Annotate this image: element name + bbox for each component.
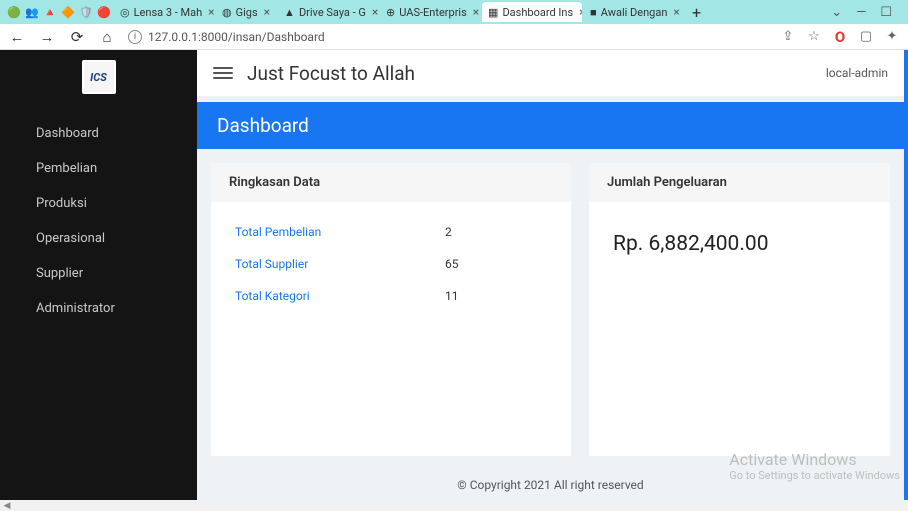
- tab-favicon[interactable]: 🔶: [60, 4, 76, 20]
- extensions-icon[interactable]: ✦: [884, 29, 900, 45]
- reload-button[interactable]: ⟳: [68, 28, 86, 46]
- horizontal-scrollbar[interactable]: ◀: [0, 500, 908, 511]
- close-icon[interactable]: ×: [473, 5, 479, 19]
- save-icon[interactable]: ▢: [858, 29, 874, 45]
- new-tab-button[interactable]: +: [686, 3, 707, 22]
- url-text: 127.0.0.1:8000/insan/Dashboard: [148, 30, 325, 44]
- summary-card-title: Ringkasan Data: [211, 163, 571, 202]
- summary-card: Ringkasan Data Total Pembelian 2 Total S…: [211, 163, 571, 456]
- expense-amount: Rp. 6,882,400.00: [589, 202, 890, 276]
- browser-tab[interactable]: ▲Drive Saya - G×: [278, 2, 378, 22]
- browser-tab[interactable]: ⊕UAS-Enterpris×: [380, 2, 480, 22]
- tab-favicon[interactable]: 🟢: [6, 4, 22, 20]
- browser-tab[interactable]: ◍Gigs×: [216, 2, 276, 22]
- page-title: Dashboard: [197, 102, 904, 149]
- close-icon[interactable]: ×: [264, 5, 270, 19]
- forward-button[interactable]: →: [38, 28, 56, 46]
- sidebar-item-dashboard[interactable]: Dashboard: [0, 116, 197, 151]
- summary-value: 2: [445, 225, 452, 239]
- sidebar: ICS Dashboard Pembelian Produksi Operasi…: [0, 50, 197, 500]
- share-icon[interactable]: ⇪: [780, 29, 796, 45]
- user-label[interactable]: local-admin: [826, 66, 888, 80]
- address-bar[interactable]: i 127.0.0.1:8000/insan/Dashboard: [128, 30, 768, 44]
- scroll-left-icon[interactable]: ◀: [0, 501, 14, 511]
- site-info-icon[interactable]: i: [128, 30, 142, 44]
- sidebar-item-operasional[interactable]: Operasional: [0, 221, 197, 256]
- app-title: Just Focust to Allah: [247, 62, 415, 85]
- tab-favicon[interactable]: 🛡️: [78, 4, 94, 20]
- summary-row: Total Supplier 65: [211, 248, 571, 280]
- close-icon[interactable]: ×: [208, 5, 214, 19]
- sidebar-item-administrator[interactable]: Administrator: [0, 291, 197, 326]
- summary-value: 65: [445, 257, 459, 271]
- window-minimize-icon[interactable]: —: [856, 5, 866, 20]
- summary-row: Total Kategori 11: [211, 280, 571, 312]
- close-icon[interactable]: ×: [579, 5, 582, 19]
- main-content: Just Focust to Allah local-admin Dashboa…: [197, 50, 908, 500]
- summary-link-pembelian[interactable]: Total Pembelian: [235, 225, 445, 239]
- logo[interactable]: ICS: [82, 60, 116, 94]
- menu-toggle-icon[interactable]: [213, 67, 233, 79]
- browser-toolbar: ← → ⟳ ⌂ i 127.0.0.1:8000/insan/Dashboard…: [0, 24, 908, 50]
- tab-favicon[interactable]: 👥: [24, 4, 40, 20]
- summary-value: 11: [445, 289, 459, 303]
- opera-icon[interactable]: O: [832, 29, 848, 45]
- home-button[interactable]: ⌂: [98, 28, 116, 46]
- window-maximize-icon[interactable]: ☐: [880, 5, 892, 20]
- close-icon[interactable]: ×: [673, 5, 679, 19]
- window-minimize-icon[interactable]: ⌄: [831, 5, 842, 20]
- summary-link-supplier[interactable]: Total Supplier: [235, 257, 445, 271]
- browser-tab-strip: 🟢 👥 🔺 🔶 🛡️ 🔴 ◎Lensa 3 - Mah× ◍Gigs× ▲Dri…: [0, 0, 908, 24]
- expense-card-title: Jumlah Pengeluaran: [589, 163, 890, 202]
- sidebar-item-pembelian[interactable]: Pembelian: [0, 151, 197, 186]
- browser-tab[interactable]: ◎Lensa 3 - Mah×: [114, 2, 214, 22]
- footer-text: © Copyright 2021 All right reserved: [197, 470, 904, 500]
- sidebar-item-produksi[interactable]: Produksi: [0, 186, 197, 221]
- tab-favicon[interactable]: 🔺: [42, 4, 58, 20]
- tab-favicon[interactable]: 🔴: [96, 4, 112, 20]
- back-button[interactable]: ←: [8, 28, 26, 46]
- summary-row: Total Pembelian 2: [211, 216, 571, 248]
- close-icon[interactable]: ×: [372, 5, 378, 19]
- summary-link-kategori[interactable]: Total Kategori: [235, 289, 445, 303]
- sidebar-item-supplier[interactable]: Supplier: [0, 256, 197, 291]
- expense-card: Jumlah Pengeluaran Rp. 6,882,400.00: [589, 163, 890, 456]
- bookmark-icon[interactable]: ☆: [806, 29, 822, 45]
- topbar: Just Focust to Allah local-admin: [197, 50, 904, 96]
- browser-tab[interactable]: ■Awali Dengan×: [584, 2, 684, 22]
- browser-tab-active[interactable]: ▦Dashboard Ins×: [482, 2, 582, 22]
